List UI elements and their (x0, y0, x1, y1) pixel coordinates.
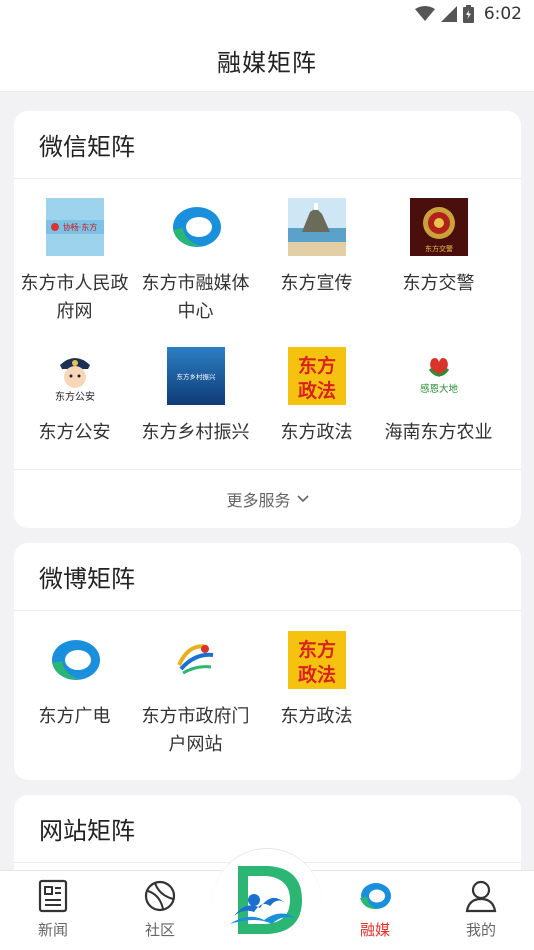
wifi-icon (414, 6, 435, 21)
zhengfa-text-1: 东方 (297, 354, 335, 377)
dongfang-logo-icon[interactable] (224, 860, 310, 938)
page-title: 融媒矩阵 (217, 49, 317, 77)
wechat-item-label: 东方政法 (280, 422, 353, 443)
gov-banner-text: 协畅·东方 (62, 222, 97, 232)
broadcast-icon (51, 640, 100, 680)
profile-icon (465, 880, 497, 913)
page-header: 融媒矩阵 (0, 30, 534, 92)
status-bar: 6:02 (0, 0, 534, 30)
public-security-text: 东方公安 (55, 390, 95, 403)
wechat-item-dongfang-gov[interactable]: 协畅·东方 东方市人民政府网 (14, 198, 135, 326)
status-time: 6:02 (483, 4, 522, 24)
cellular-signal-icon (440, 6, 457, 22)
zhengfa-text-2: 政法 (297, 663, 335, 686)
wechat-item-politics-law[interactable]: 东方 政法 东方政法 (256, 347, 377, 447)
dongfang-publicity-icon (287, 198, 346, 256)
weibo-matrix-card: 微博矩阵 东方广电 东方市政府门户网站 东方 政法 东方政法 (14, 543, 521, 780)
gov-portal-icon (176, 644, 213, 675)
status-icons: 6:02 (414, 4, 522, 24)
rongmei-icon (360, 883, 391, 910)
weibo-item-politics-law[interactable]: 东方 政法 东方政法 (256, 631, 377, 731)
tab-community[interactable]: 社区 (110, 879, 210, 940)
wechat-item-agriculture[interactable]: 感恩大地 海南东方农业 (378, 347, 499, 447)
wechat-item-public-security[interactable]: 东方公安 东方公安 (14, 347, 135, 447)
weibo-item-label: 东方广电 (38, 706, 111, 727)
zhengfa-text-1: 东方 (297, 638, 335, 661)
tab-news[interactable]: 新闻 (3, 879, 103, 940)
weibo-item-gov-portal[interactable]: 东方市政府门户网站 (135, 631, 256, 759)
police-badge-text: 东方交警 (425, 244, 453, 253)
tab-rongmei[interactable]: 融媒 (325, 879, 425, 940)
wechat-item-label: 东方乡村振兴 (141, 422, 250, 443)
community-icon (144, 880, 176, 912)
tab-label: 我的 (465, 921, 496, 939)
politics-law-icon: 东方 政法 (287, 631, 346, 689)
wechat-item-label: 东方宣传 (280, 273, 353, 294)
traffic-police-icon: 东方交警 (409, 198, 468, 256)
agri-text: 感恩大地 (419, 383, 458, 395)
wechat-matrix-card: 微信矩阵 协畅·东方 东方市人民政府网 东方市融媒体中心 东方宣传 东方交警 东… (14, 111, 521, 528)
rongmei-center-icon (172, 207, 221, 247)
politics-law-icon: 东方 政法 (287, 347, 346, 405)
chevron-down-icon (296, 494, 309, 502)
more-services-label: 更多服务 (226, 490, 291, 510)
news-icon (38, 879, 68, 913)
tab-label: 融媒 (359, 921, 390, 939)
wechat-item-label: 东方市融媒体中心 (141, 273, 250, 322)
tab-profile[interactable]: 我的 (431, 879, 531, 940)
more-services-button[interactable]: 更多服务 (14, 469, 521, 527)
wechat-matrix-title: 微信矩阵 (14, 111, 521, 179)
public-security-icon: 东方公安 (55, 358, 95, 403)
wechat-item-dongfang-publicity[interactable]: 东方宣传 (256, 198, 377, 298)
rural-revitalization-icon: 东方乡村振兴 (166, 347, 225, 405)
wechat-item-label: 海南东方农业 (384, 422, 493, 443)
rural-text: 东方乡村振兴 (176, 372, 216, 381)
wechat-item-label: 东方市人民政府网 (20, 273, 129, 322)
wechat-item-rongmei-center[interactable]: 东方市融媒体中心 (135, 198, 256, 326)
wechat-item-label: 东方公安 (38, 422, 111, 443)
wechat-item-rural-revitalization[interactable]: 东方乡村振兴 东方乡村振兴 (135, 347, 256, 447)
tab-label: 新闻 (37, 921, 68, 939)
agriculture-icon: 感恩大地 (419, 358, 458, 395)
zhengfa-text-2: 政法 (297, 379, 335, 402)
weibo-item-label: 东方政法 (280, 706, 353, 727)
battery-icon (462, 5, 474, 23)
wechat-item-traffic-police[interactable]: 东方交警 东方交警 (378, 198, 499, 298)
weibo-item-broadcast[interactable]: 东方广电 (14, 631, 135, 731)
weibo-matrix-title: 微博矩阵 (14, 543, 521, 611)
dongfang-gov-icon: 协畅·东方 (45, 198, 104, 256)
weibo-item-label: 东方市政府门户网站 (141, 706, 250, 755)
tab-label: 社区 (144, 921, 175, 939)
wechat-item-label: 东方交警 (402, 273, 475, 294)
